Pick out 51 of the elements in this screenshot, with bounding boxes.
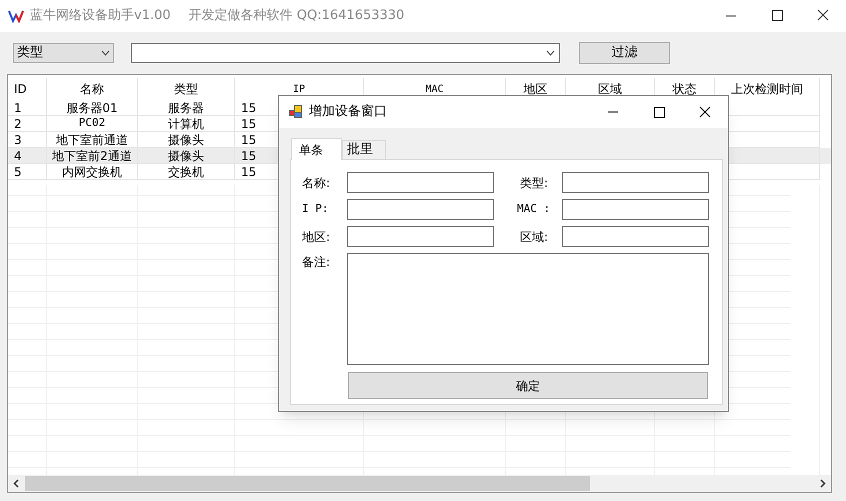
table-cell-text: 4 (14, 148, 22, 164)
table-cell-text: 计算机 (168, 116, 204, 132)
table-cell-text: 2 (14, 116, 22, 132)
scrollbar-thumb[interactable] (25, 476, 590, 491)
input-field[interactable] (562, 226, 709, 247)
table-cell-text: 1 (14, 100, 22, 116)
window-title: 蓝牛网络设备助手v1.00 (30, 7, 171, 26)
table-cell-text: 15 (241, 100, 256, 116)
input-field[interactable] (562, 199, 709, 220)
note-input-field[interactable] (347, 253, 709, 365)
filter-button[interactable]: 过滤 (579, 42, 670, 64)
caret-icon (546, 50, 555, 56)
table-cell-text: 内网交换机 (62, 164, 122, 180)
table-cell-text: 15 (241, 148, 256, 164)
table-cell-text: 服务器 (168, 100, 204, 116)
table-cell-text: PC02 (78, 115, 106, 132)
field-label: 类型: (518, 174, 549, 192)
field-label: MAC : (516, 201, 552, 218)
caret-icon (101, 50, 110, 56)
table-cell-text: 摄像头 (168, 132, 204, 148)
field-label: 备注: (301, 254, 332, 271)
type-dropdown[interactable]: 类型 (13, 43, 114, 63)
field-label: I P: (301, 201, 330, 218)
scroll-right-icon[interactable] (819, 479, 826, 488)
horizontal-scrollbar[interactable] (8, 475, 831, 492)
window-icon (289, 105, 303, 119)
tab[interactable]: 批里 (342, 140, 386, 159)
input-field[interactable] (347, 172, 494, 193)
app-logo-icon (8, 9, 24, 23)
filter-input-field[interactable] (131, 43, 560, 63)
table-cell-text: 摄像头 (168, 148, 204, 164)
field-label: 区域: (518, 228, 549, 246)
table-cell-text: 地下室前通道 (56, 132, 128, 148)
table-cell-text: 15 (241, 164, 256, 180)
input-field[interactable] (347, 199, 494, 220)
field-label: 名称: (301, 174, 332, 192)
table-cell-text: 地下室前2通道 (52, 148, 132, 164)
table-cell-text: 15 (241, 116, 256, 132)
confirm-button[interactable]: 确定 (348, 372, 708, 399)
field-label: 地区: (301, 228, 332, 246)
table-cell-text: 服务器01 (66, 100, 118, 116)
table-cell-text: 5 (14, 164, 22, 180)
input-field[interactable] (347, 226, 494, 247)
scroll-left-icon[interactable] (13, 479, 20, 488)
dialog-title: 增加设备窗口 (309, 103, 387, 122)
input-field[interactable] (562, 172, 709, 193)
table-cell-text: 3 (14, 132, 22, 148)
table-cell-text: 交换机 (168, 164, 204, 180)
window-subtitle: 开发定做各种软件 QQ:1641653330 (188, 7, 404, 26)
tab[interactable]: 单条 (291, 138, 342, 160)
table-cell-text: 15 (241, 132, 256, 148)
